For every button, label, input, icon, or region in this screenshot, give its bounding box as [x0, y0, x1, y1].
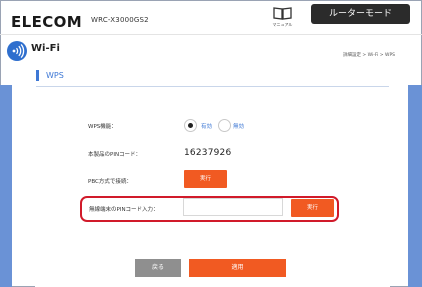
back-button[interactable]: 戻る — [135, 259, 181, 277]
client-pin-execute-button[interactable]: 実行 — [291, 199, 334, 217]
device-pin-value: 16237926 — [184, 148, 232, 158]
wps-function-label: WPS機能： — [88, 124, 117, 130]
radio-disable-label[interactable]: 無効 — [233, 122, 244, 130]
brand-logo: ELECOM — [11, 13, 83, 31]
manual-label: マニュアル — [272, 22, 293, 27]
section-marker — [36, 70, 39, 81]
device-pin-label: 本製品のPINコード： — [88, 152, 142, 158]
apply-button[interactable]: 適用 — [189, 259, 286, 277]
client-pin-label: 無線端末のPINコード入力： — [89, 207, 159, 213]
pbc-label: PBC方式で接続： — [88, 179, 132, 185]
pbc-execute-button[interactable]: 実行 — [184, 170, 227, 188]
radio-disable[interactable] — [218, 119, 231, 132]
wifi-icon — [7, 41, 27, 61]
right-side-bar — [408, 85, 422, 287]
model-name: WRC-X3000GS2 — [91, 16, 149, 24]
left-side-bar — [0, 85, 12, 287]
router-mode-button[interactable]: ルーターモード — [311, 4, 410, 24]
breadcrumb[interactable]: 詳細設定 > Wi-Fi > WPS — [343, 52, 395, 58]
section-title: WPS — [46, 71, 64, 80]
page-title: Wi-Fi — [31, 43, 60, 54]
radio-selected-dot — [188, 123, 193, 128]
manual-button[interactable]: マニュアル — [266, 5, 299, 29]
book-icon — [273, 7, 292, 20]
section-divider — [36, 86, 389, 87]
radio-enable-label[interactable]: 有効 — [201, 122, 212, 130]
radio-enable[interactable] — [184, 119, 197, 132]
header-divider — [0, 34, 422, 35]
client-pin-input[interactable] — [183, 198, 283, 216]
